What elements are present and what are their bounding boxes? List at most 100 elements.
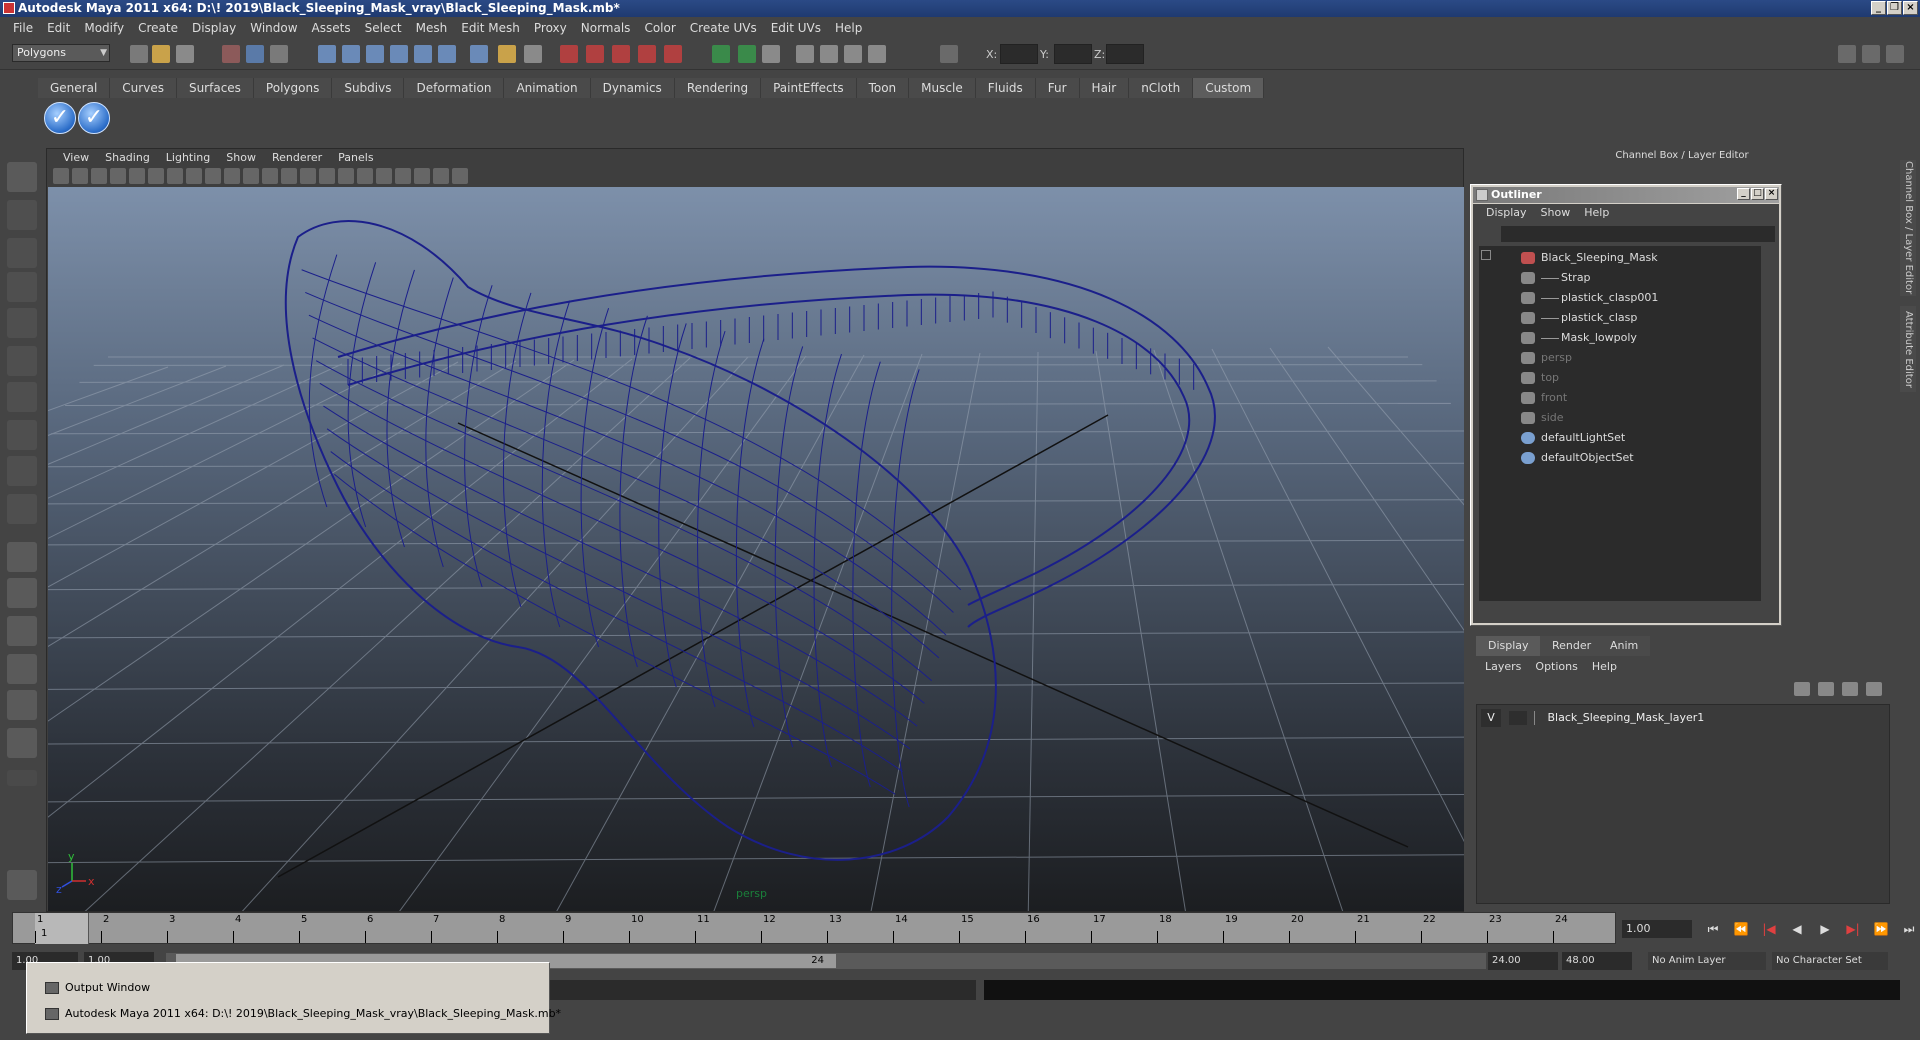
layer-tab-anim[interactable]: Anim [1598,636,1651,656]
layer-visibility-toggle[interactable]: V [1481,709,1501,727]
outliner-item[interactable]: persp [1521,348,1572,368]
camera-attributes-icon[interactable] [72,168,88,184]
window-list-item[interactable]: Output Window [45,977,150,999]
attribute-editor-toggle-icon[interactable] [1862,45,1880,63]
restore-button[interactable]: ❐ [1887,1,1902,15]
menu-assets[interactable]: Assets [305,18,358,38]
persp-graph-layout-icon[interactable] [7,728,37,758]
menu-help[interactable]: Help [828,18,869,38]
outliner-filter-field[interactable] [1501,226,1775,242]
go-to-start-icon[interactable]: ⏮ [1702,920,1724,938]
soft-mod-tool-icon[interactable] [7,420,37,450]
select-camera-icon[interactable] [53,168,69,184]
shelf-tab-general[interactable]: General [38,78,111,98]
outliner-menu-show[interactable]: Show [1534,204,1578,222]
menu-select[interactable]: Select [358,18,409,38]
playback-end-field[interactable]: 24.00 [1488,952,1558,970]
menu-proxy[interactable]: Proxy [527,18,574,38]
outliner-item[interactable]: Mask_lowpoly [1521,328,1637,348]
snap-plane-icon[interactable] [390,45,408,63]
outliner-menu-display[interactable]: Display [1479,204,1534,222]
last-tool-icon[interactable] [7,494,37,524]
safe-action-icon[interactable] [243,168,259,184]
layer-template-toggle[interactable] [1508,711,1527,725]
select-component-icon[interactable] [270,45,288,63]
outliner-title-bar[interactable]: Outliner _ □ × [1473,187,1779,203]
shelf-tab-muscle[interactable]: Muscle [909,78,976,98]
move-tool-icon[interactable] [7,272,37,302]
save-scene-icon[interactable] [176,45,194,63]
tool-settings-toggle-icon[interactable] [1886,45,1904,63]
shelf-tab-animation[interactable]: Animation [504,78,591,98]
viewport-menu-lighting[interactable]: Lighting [158,149,218,167]
step-forward-key-icon[interactable]: ⏩ [1870,920,1892,938]
new-layer-icon[interactable] [1794,682,1810,696]
safe-title-icon[interactable] [262,168,278,184]
wireframe-on-shaded-icon[interactable] [319,168,335,184]
viewport-menu-shading[interactable]: Shading [97,149,158,167]
menu-normals[interactable]: Normals [574,18,638,38]
xray-joints-icon[interactable] [433,168,449,184]
lock-icon[interactable] [498,45,516,63]
four-view-layout-icon[interactable] [7,578,37,608]
wireframe-icon[interactable] [281,168,297,184]
scale-tool-icon[interactable] [7,346,37,376]
manipulator-tool-icon[interactable] [7,382,37,412]
play-forward-icon[interactable]: ▶ [1814,920,1836,938]
snap-surface-icon[interactable] [414,45,432,63]
graph-editor-layout-icon[interactable] [7,654,37,684]
attribute-editor-icon[interactable] [712,45,730,63]
menu-file[interactable]: File [6,18,40,38]
dope-sheet-icon[interactable] [844,45,862,63]
move-down-icon[interactable] [1866,682,1882,696]
shelf-tab-ncloth[interactable]: nCloth [1129,78,1194,98]
outliner-item[interactable]: Black_Sleeping_Mask [1521,248,1658,268]
outliner-item[interactable]: defaultLightSet [1521,428,1625,448]
menu-edit[interactable]: Edit [40,18,77,38]
shelf-tab-painteffects[interactable]: PaintEffects [761,78,857,98]
render-view-icon[interactable] [796,45,814,63]
outliner-item[interactable]: side [1521,408,1564,428]
menu-create-uvs[interactable]: Create UVs [683,18,764,38]
xray-icon[interactable] [414,168,430,184]
tool-settings-icon[interactable] [738,45,756,63]
anim-end-field[interactable]: 48.00 [1562,952,1632,970]
custom-shelf-check-icon[interactable]: ✓ [78,102,110,134]
outliner-item[interactable]: plastick_clasp001 [1521,288,1658,308]
resolution-gate-icon[interactable] [186,168,202,184]
snap-grid-icon[interactable] [318,45,336,63]
select-hierarchy-icon[interactable] [222,45,240,63]
viewport-menu-show[interactable]: Show [218,149,264,167]
viewport-menu-renderer[interactable]: Renderer [264,149,330,167]
outliner-maximize-button[interactable]: □ [1751,188,1764,200]
layer-color-swatch[interactable] [1534,711,1544,725]
persp-viewport-canvas[interactable]: y x z persp [48,187,1464,911]
open-scene-icon[interactable] [152,45,170,63]
channel-box-icon[interactable] [762,45,780,63]
channel-box-toggle-icon[interactable] [1838,45,1856,63]
y-field[interactable] [1054,44,1092,64]
side-tab-attribute-editor[interactable]: Attribute Editor [1900,306,1916,392]
show-manipulator-icon[interactable] [7,456,37,486]
input-line-icon[interactable] [940,45,958,63]
shelf-tab-curves[interactable]: Curves [110,78,177,98]
collapse-toggle-icon[interactable] [1481,250,1491,260]
character-set-dropdown[interactable]: No Character Set [1772,952,1888,970]
layout-options-icon[interactable] [7,770,37,786]
shelf-tab-subdivs[interactable]: Subdivs [332,78,405,98]
shelf-tab-custom[interactable]: Custom [1193,78,1265,98]
render-current-icon[interactable] [586,45,604,63]
menu-color[interactable]: Color [637,18,682,38]
outliner-close-button[interactable]: × [1765,188,1778,200]
render-settings-icon[interactable] [638,45,656,63]
menu-edit-uvs[interactable]: Edit UVs [764,18,828,38]
field-chart-icon[interactable] [224,168,240,184]
viewport-menu-panels[interactable]: Panels [330,149,381,167]
use-all-lights-icon[interactable] [357,168,373,184]
menu-modify[interactable]: Modify [77,18,131,38]
trax-editor-icon[interactable] [868,45,886,63]
outliner-item[interactable]: Strap [1521,268,1591,288]
isolate-select-icon[interactable] [395,168,411,184]
outliner-item[interactable]: plastick_clasp [1521,308,1637,328]
grid-toggle-icon[interactable] [148,168,164,184]
